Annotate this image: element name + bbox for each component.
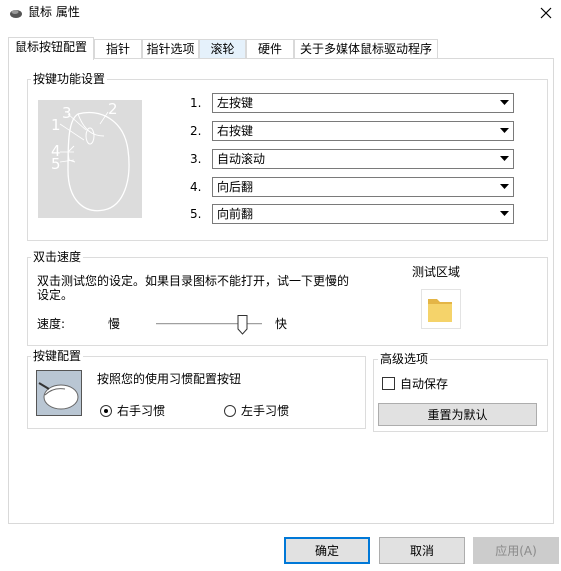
reset-default-button[interactable]: 重置为默认 <box>378 403 537 426</box>
row-number-1: 1. <box>190 96 202 110</box>
dropdown-arrow-icon <box>496 205 513 223</box>
button-1-value: 左按键 <box>217 96 254 110</box>
tab-pointer-options[interactable]: 指针选项 <box>142 39 199 59</box>
mouse-icon <box>38 382 79 410</box>
button-2-value: 右按键 <box>217 124 254 138</box>
close-button[interactable] <box>530 0 561 26</box>
row-number-2: 2. <box>190 124 202 138</box>
speed-slider[interactable] <box>156 314 266 336</box>
tab-hardware[interactable]: 硬件 <box>246 39 294 59</box>
button-2-combo[interactable]: 右按键 <box>212 121 514 141</box>
mouse-label-1: 1 <box>51 116 61 134</box>
row-number-5: 5. <box>190 207 202 221</box>
tab-about-driver[interactable]: 关于多媒体鼠标驱动程序 <box>294 39 438 59</box>
radio-selected-dot <box>104 409 108 413</box>
left-hand-radio[interactable] <box>224 405 236 417</box>
mouse-icon <box>10 10 22 18</box>
tab-wheel[interactable]: 滚轮 <box>199 39 246 59</box>
cancel-button[interactable]: 取消 <box>379 537 465 564</box>
right-hand-label: 右手习惯 <box>117 404 166 418</box>
mouse-label-2: 2 <box>108 100 118 118</box>
window-title: 鼠标 属性 <box>28 5 80 19</box>
key-config-group-label: 按键配置 <box>31 349 84 363</box>
button-5-value: 向前翻 <box>217 207 254 221</box>
button-1-combo[interactable]: 左按键 <box>212 93 514 113</box>
tab-strip: 鼠标按钮配置 指针 指针选项 滚轮 硬件 关于多媒体鼠标驱动程序 <box>8 37 553 60</box>
row-number-3: 3. <box>190 152 202 166</box>
dropdown-arrow-icon <box>496 178 513 196</box>
dropdown-arrow-icon <box>496 122 513 140</box>
dropdown-arrow-icon <box>496 94 513 112</box>
dropdown-arrow-icon <box>496 150 513 168</box>
left-hand-label: 左手习惯 <box>241 404 290 418</box>
title-bar: 鼠标 属性 <box>0 0 561 28</box>
autosave-checkbox[interactable] <box>382 377 395 390</box>
double-click-description-line1: 双击测试您的设定。如果目录图标不能打开，试一下更慢的 <box>37 274 350 288</box>
button-3-value: 自动滚动 <box>217 152 266 166</box>
double-click-group-label: 双击速度 <box>31 250 84 264</box>
button-5-combo[interactable]: 向前翻 <box>212 204 514 224</box>
button-4-combo[interactable]: 向后翻 <box>212 177 514 197</box>
button-4-value: 向后翻 <box>217 180 254 194</box>
ok-button[interactable]: 确定 <box>284 537 370 564</box>
row-number-4: 4. <box>190 180 202 194</box>
apply-button[interactable]: 应用(A) <box>473 537 559 564</box>
slider-thumb-shape <box>237 315 248 335</box>
double-click-group <box>27 257 548 346</box>
test-area-label: 测试区域 <box>412 265 461 279</box>
button-3-combo[interactable]: 自动滚动 <box>212 149 514 169</box>
button-function-group-label: 按键功能设置 <box>31 72 108 86</box>
tab-button-config[interactable]: 鼠标按钮配置 <box>8 37 94 60</box>
close-icon <box>540 7 551 19</box>
folder-icon <box>428 299 452 322</box>
mouse-label-5: 5 <box>51 155 61 173</box>
right-hand-radio[interactable] <box>100 405 112 417</box>
test-area[interactable] <box>421 289 461 329</box>
slider-thumb[interactable] <box>237 315 248 335</box>
speed-label: 速度: <box>37 317 66 331</box>
mouse-diagram: 3 2 1 4 5 <box>38 100 142 218</box>
tab-pointer[interactable]: 指针 <box>94 39 142 59</box>
double-click-description-line2: 设定。 <box>37 288 74 302</box>
advanced-group-label: 高级选项 <box>378 352 431 366</box>
mouse-buttons-image <box>36 370 82 416</box>
speed-fast-label: 快 <box>275 317 288 331</box>
key-config-description: 按照您的使用习惯配置按钮 <box>97 372 242 386</box>
autosave-label: 自动保存 <box>400 377 449 391</box>
speed-slow-label: 慢 <box>108 317 121 331</box>
mouse-label-3: 3 <box>62 104 72 122</box>
